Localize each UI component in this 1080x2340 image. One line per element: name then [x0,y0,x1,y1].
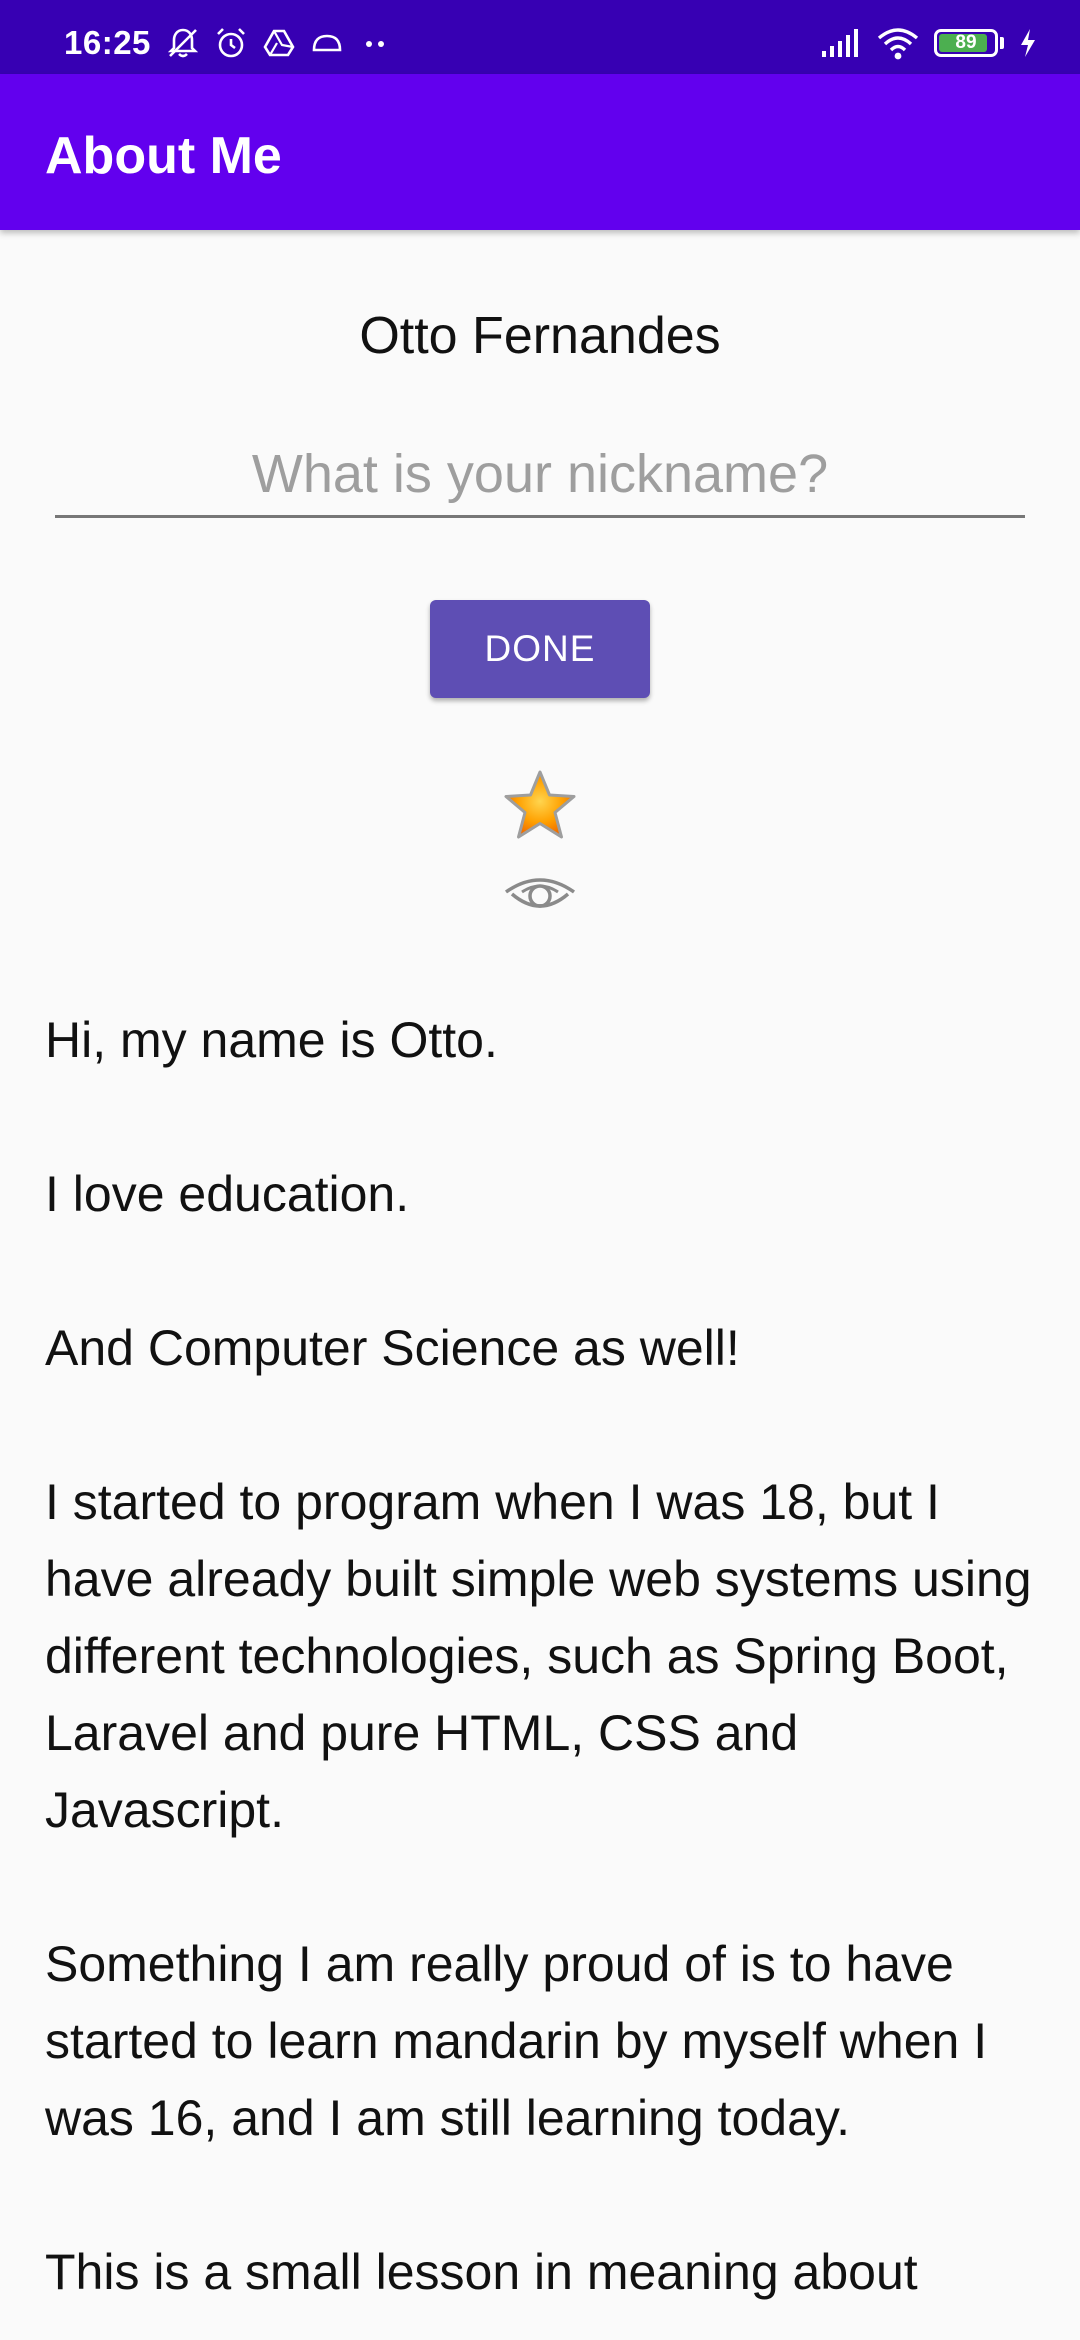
status-bar: 16:25 89 [0,0,1080,74]
charging-icon [1021,29,1035,57]
eye-icon [504,878,576,908]
wifi-icon [877,28,919,60]
star-icon [504,770,576,839]
battery-tip [1000,37,1004,49]
profile-name: Otto Fernandes [359,307,721,365]
drive-icon [263,29,295,57]
app-title: About Me [45,127,282,185]
status-icons-left [166,26,392,60]
battery-level: 89 [955,32,977,53]
cloud-icon [312,34,342,52]
notifications-muted-icon [167,28,199,58]
status-icons-right: 89 [820,26,1038,60]
nickname-input[interactable] [55,432,1025,518]
more-notifications-icon [366,41,384,47]
alarm-icon [217,28,245,58]
signal-icon [822,29,858,57]
bio-text: Hi, my name is Otto. I love education. A… [45,1012,1032,2300]
battery-icon: 89 [934,29,998,57]
app-bar: About Me [0,74,1080,230]
status-time: 16:25 [64,24,151,61]
done-button[interactable]: DONE [430,600,650,698]
